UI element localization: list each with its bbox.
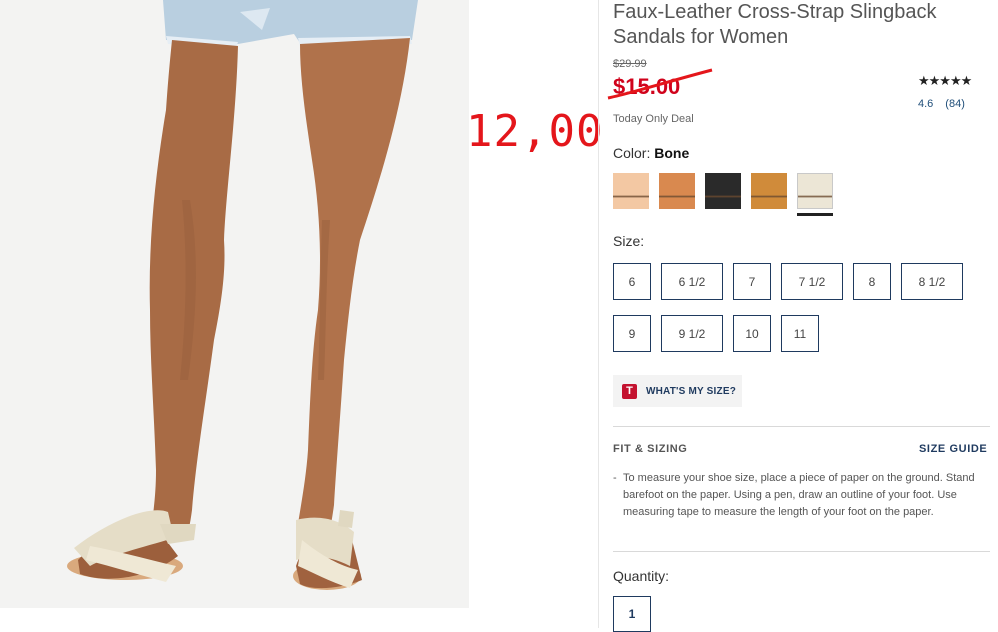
whats-my-size-label: WHAT'S MY SIZE? [646, 385, 737, 397]
deal-label: Today Only Deal [613, 113, 694, 125]
size-option[interactable]: 9 1/2 [661, 315, 723, 352]
product-image[interactable] [0, 0, 469, 608]
true-fit-logo-icon: T [622, 383, 637, 399]
price-strikethrough-mark [607, 68, 713, 100]
rating-stars-icon[interactable]: ★★★★★ [918, 73, 972, 89]
review-count[interactable]: (84) [945, 98, 965, 110]
size-option[interactable]: 7 1/2 [781, 263, 843, 300]
swatch-3[interactable] [705, 173, 741, 209]
size-option[interactable]: 8 [853, 263, 891, 300]
swatch-2[interactable] [659, 173, 695, 209]
bullet-dash: - [613, 472, 617, 484]
swatch-4[interactable] [751, 173, 787, 209]
quantity-selector[interactable]: 1 [613, 596, 651, 632]
divider [613, 426, 990, 427]
handwritten-price-annotation: 12,00 [466, 106, 604, 157]
divider [613, 551, 990, 552]
quantity-label: Quantity: [613, 568, 670, 584]
selected-indicator [797, 213, 833, 216]
color-swatches [613, 173, 833, 216]
size-option[interactable]: 8 1/2 [901, 263, 963, 300]
column-divider [598, 0, 599, 628]
swatch-1[interactable] [613, 173, 649, 209]
selected-color-name: Bone [654, 145, 690, 161]
size-label: Size: [613, 233, 645, 249]
size-option[interactable]: 11 [781, 315, 819, 352]
whats-my-size-button[interactable]: T WHAT'S MY SIZE? [613, 375, 742, 407]
swatch-bone-selected[interactable] [797, 173, 833, 216]
fit-sizing-heading: FIT & SIZING [613, 443, 688, 455]
size-option[interactable]: 7 [733, 263, 771, 300]
rating-score: 4.6 [918, 98, 934, 110]
size-option[interactable]: 9 [613, 315, 651, 352]
color-label: Color: [613, 145, 651, 161]
rating-summary[interactable]: 4.6 (84) [918, 98, 965, 110]
size-option[interactable]: 6 [613, 263, 651, 300]
fit-instructions: To measure your shoe size, place a piece… [623, 472, 975, 518]
fit-sizing-text: - To measure your shoe size, place a pie… [613, 470, 978, 521]
size-option[interactable]: 10 [733, 315, 771, 352]
size-guide-link[interactable]: SIZE GUIDE [919, 443, 987, 455]
size-option[interactable]: 6 1/2 [661, 263, 723, 300]
color-label-row: Color: Bone [613, 145, 689, 161]
product-title: Faux-Leather Cross-Strap Slingback Sanda… [613, 1, 937, 48]
